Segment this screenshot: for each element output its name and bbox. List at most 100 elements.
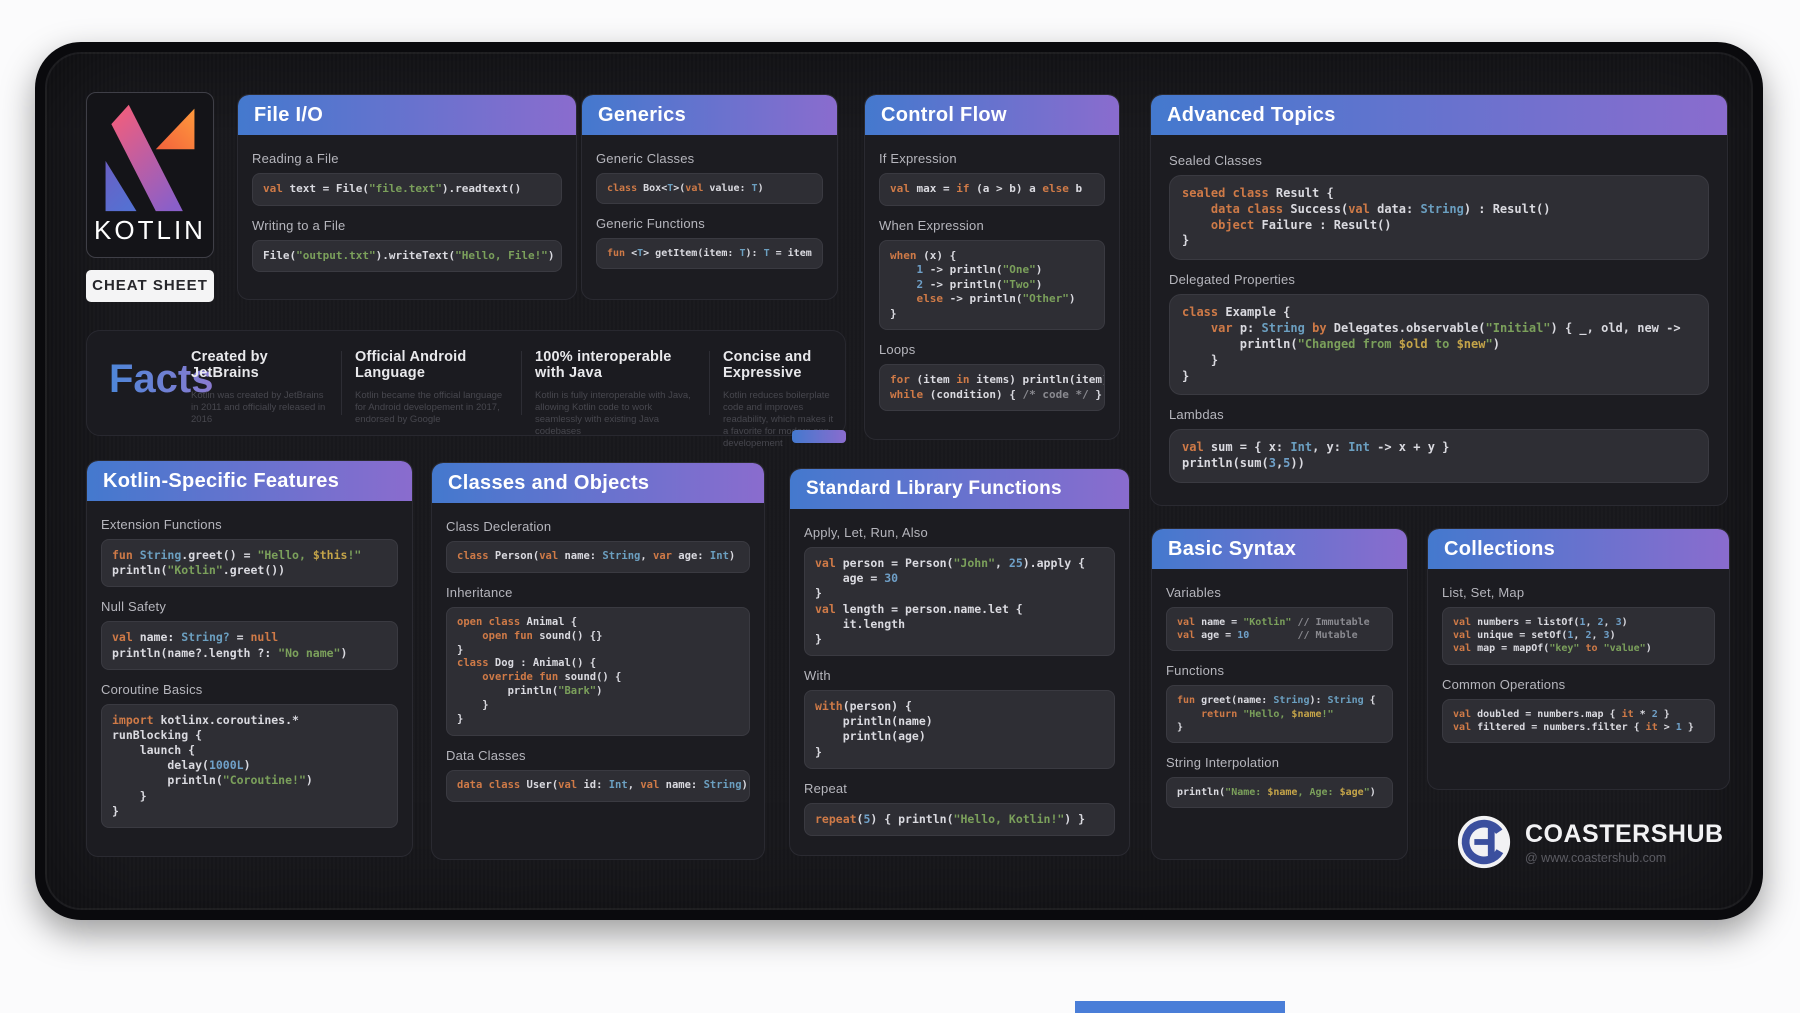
card-control-flow: Control Flow If Expression val max = if (… <box>864 94 1120 440</box>
card-basic-syntax: Basic Syntax Variables val name = "Kotlin… <box>1151 528 1408 860</box>
section-label: Class Decleration <box>446 519 750 534</box>
card-title: Classes and Objects <box>432 463 764 503</box>
brand-name: COASTERSHUB <box>1525 820 1724 849</box>
section-label: Null Safety <box>101 599 398 614</box>
deskmat-photo: KOTLIN CHEAT SHEET File I/O Reading a Fi… <box>0 0 1800 1013</box>
code-snippet: val name = "Kotlin" // Immutable val age… <box>1166 607 1393 651</box>
card-body: Variables val name = "Kotlin" // Immutabl… <box>1152 569 1407 826</box>
card-title: Advanced Topics <box>1151 95 1727 135</box>
code-snippet: for (item in items) println(item) while … <box>879 364 1105 411</box>
card-body: Class Decleration class Person(val name: … <box>432 503 764 820</box>
section-label: Reading a File <box>252 151 562 166</box>
card-classes-and-objects: Classes and Objects Class Decleration cla… <box>431 462 765 860</box>
card-title: Basic Syntax <box>1152 529 1407 569</box>
code-snippet: val text = File("file.text").readtext() <box>252 173 562 206</box>
section-label: List, Set, Map <box>1442 585 1715 600</box>
fact-title: Created by JetBrains <box>191 349 331 381</box>
card-generics: Generics Generic Classes class Box<T>(val… <box>581 94 838 300</box>
brand-url: @ www.coastershub.com <box>1525 851 1724 865</box>
card-kotlin-specific-features: Kotlin-Specific Features Extension Funct… <box>86 460 413 857</box>
code-snippet: when (x) { 1 -> println("One") 2 -> prin… <box>879 240 1105 331</box>
section-label: Lambdas <box>1169 407 1709 422</box>
card-body: Apply, Let, Run, Also val person = Person… <box>790 509 1129 854</box>
section-label: Delegated Properties <box>1169 272 1709 287</box>
section-label: If Expression <box>879 151 1105 166</box>
section-label: Generic Classes <box>596 151 823 166</box>
fact-text: Kotlin became the official language for … <box>355 390 507 426</box>
divider <box>341 351 342 415</box>
code-snippet: fun greet(name: String): String { return… <box>1166 685 1393 743</box>
card-body: Generic Classes class Box<T>(val value: T… <box>582 135 837 287</box>
section-label: Repeat <box>804 781 1115 796</box>
section-label: With <box>804 668 1115 683</box>
section-label: Apply, Let, Run, Also <box>804 525 1115 540</box>
section-label: String Interpolation <box>1166 755 1393 770</box>
facts-panel: Facts Created by JetBrains Kotlin was cr… <box>86 330 846 436</box>
card-title: Generics <box>582 95 837 135</box>
section-label: Common Operations <box>1442 677 1715 692</box>
fact-title: 100% interoperable with Java <box>535 349 695 381</box>
code-snippet: val numbers = listOf(1, 2, 3) val unique… <box>1442 607 1715 665</box>
code-snippet: class Person(val name: String, var age: … <box>446 541 750 573</box>
code-snippet: val max = if (a > b) a else b <box>879 173 1105 206</box>
fact-title: Concise and Expressive <box>723 349 835 381</box>
coastershub-logo-icon <box>1455 813 1513 871</box>
section-label: Inheritance <box>446 585 750 600</box>
code-snippet: File("output.txt").writeText("Hello, Fil… <box>252 240 562 273</box>
section-label: Functions <box>1166 663 1393 678</box>
code-snippet: open class Animal { open fun sound() {} … <box>446 607 750 736</box>
code-snippet: val sum = { x: Int, y: Int -> x + y } pr… <box>1169 429 1709 483</box>
fact-item: Created by JetBrains Kotlin was created … <box>191 349 331 426</box>
code-snippet: class Example { var p: String by Delegat… <box>1169 294 1709 395</box>
card-title: Standard Library Functions <box>790 469 1129 509</box>
card-file-io: File I/O Reading a File val text = File("… <box>237 94 577 300</box>
code-snippet: fun String.greet() = "Hello, $this!" pri… <box>101 539 398 587</box>
code-snippet: println("Name: $name, Age: $age") <box>1166 777 1393 808</box>
kotlin-logo-block: KOTLIN CHEAT SHEET <box>86 92 214 302</box>
card-body: Reading a File val text = File("file.text… <box>238 135 576 290</box>
code-snippet: import kotlinx.coroutines.* runBlocking … <box>101 704 398 828</box>
section-label: Generic Functions <box>596 216 823 231</box>
card-body: If Expression val max = if (a > b) a else… <box>865 135 1119 429</box>
kotlin-wordmark: KOTLIN <box>94 215 206 246</box>
divider <box>709 351 710 415</box>
fact-text: Kotlin was created by JetBrains in 2011 … <box>191 390 331 426</box>
code-snippet: val doubled = numbers.map { it * 2 } val… <box>1442 699 1715 743</box>
section-label: Coroutine Basics <box>101 682 398 697</box>
section-label: Loops <box>879 342 1105 357</box>
section-label: When Expression <box>879 218 1105 233</box>
fact-title: Official Android Language <box>355 349 507 381</box>
code-snippet: fun <T> getItem(item: T): T = item <box>596 238 823 269</box>
section-label: Writing to a File <box>252 218 562 233</box>
card-title: Control Flow <box>865 95 1119 135</box>
section-label: Variables <box>1166 585 1393 600</box>
card-collections: Collections List, Set, Map val numbers = … <box>1427 528 1730 790</box>
kotlin-k-icon <box>100 99 200 213</box>
code-snippet: data class User(val id: Int, val name: S… <box>446 770 750 802</box>
coastershub-brand: COASTERSHUB @ www.coastershub.com <box>1455 800 1755 884</box>
fact-text: Kotlin is fully interoperable with Java,… <box>535 390 695 438</box>
fact-item: Official Android Language Kotlin became … <box>355 349 507 426</box>
card-body: Sealed Classes sealed class Result { data… <box>1151 135 1727 503</box>
code-snippet: with(person) { println(name) println(age… <box>804 690 1115 769</box>
card-title: Collections <box>1428 529 1729 569</box>
card-body: Extension Functions fun String.greet() = … <box>87 501 412 846</box>
gradient-pill <box>792 430 846 443</box>
code-snippet: sealed class Result { data class Success… <box>1169 175 1709 260</box>
section-label: Extension Functions <box>101 517 398 532</box>
cheat-sheet-badge: CHEAT SHEET <box>86 270 214 302</box>
card-body: List, Set, Map val numbers = listOf(1, 2,… <box>1428 569 1729 761</box>
divider <box>521 351 522 415</box>
card-title: File I/O <box>238 95 576 135</box>
code-snippet: val name: String? = null println(name?.l… <box>101 621 398 669</box>
card-standard-library-functions: Standard Library Functions Apply, Let, R… <box>789 468 1130 856</box>
fact-item: 100% interoperable with Java Kotlin is f… <box>535 349 695 438</box>
section-label: Sealed Classes <box>1169 153 1709 168</box>
code-snippet: val person = Person("John", 25).apply { … <box>804 547 1115 656</box>
kotlin-logo-card: KOTLIN <box>86 92 214 258</box>
card-advanced-topics: Advanced Topics Sealed Classes sealed cla… <box>1150 94 1728 506</box>
section-label: Data Classes <box>446 748 750 763</box>
code-snippet: class Box<T>(val value: T) <box>596 173 823 204</box>
code-snippet: repeat(5) { println("Hello, Kotlin!") } <box>804 803 1115 836</box>
card-title: Kotlin-Specific Features <box>87 461 412 501</box>
